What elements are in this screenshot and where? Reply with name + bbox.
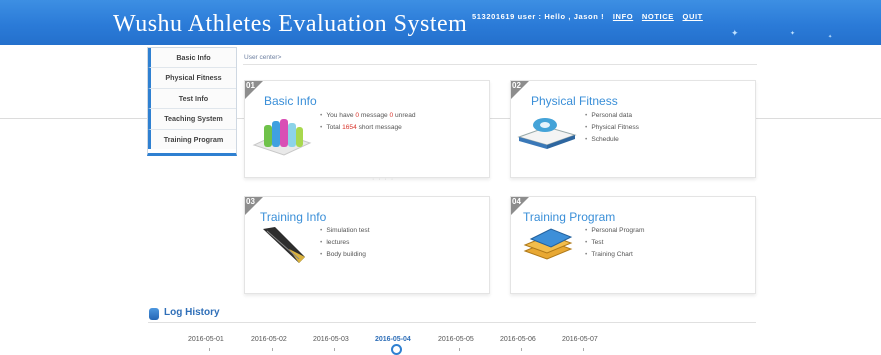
sidebar-item-teaching-system[interactable]: Teaching System bbox=[148, 109, 236, 130]
timeline-date[interactable]: 2016-05-03 bbox=[313, 336, 349, 343]
card-title[interactable]: Physical Fitness bbox=[531, 94, 618, 108]
log-history-title: Log History bbox=[164, 307, 220, 318]
card-number: 04 bbox=[512, 197, 521, 206]
card-basic-info[interactable]: 01 Basic Info You have 0 message 0 unrea… bbox=[244, 80, 490, 178]
card-number: 03 bbox=[246, 197, 255, 206]
user-greeting: 513201619 user : Hello , Jason ! bbox=[472, 12, 605, 21]
breadcrumb[interactable]: User center> bbox=[244, 54, 281, 61]
sparkle-icon: ✦ bbox=[731, 28, 739, 38]
app-header: Wushu Athletes Evaluation System 5132016… bbox=[0, 0, 881, 45]
timeline-date[interactable]: 2016-05-05 bbox=[438, 336, 474, 343]
divider bbox=[243, 64, 757, 65]
notice-link[interactable]: NOTICE bbox=[642, 12, 674, 21]
timeline-date[interactable]: 2016-05-01 bbox=[188, 336, 224, 343]
sidebar-item-training-program[interactable]: Training Program bbox=[148, 129, 236, 149]
sparkle-icon: ✦ bbox=[790, 31, 796, 37]
book-tape-icon bbox=[517, 118, 577, 149]
pen-icon bbox=[263, 227, 305, 263]
card-list: Personal Program Test Training Chart bbox=[585, 225, 644, 261]
list-item[interactable]: Personal Program bbox=[585, 225, 644, 237]
watermark: · · · · bbox=[372, 176, 395, 183]
user-bar: 513201619 user : Hello , Jason ! INFO NO… bbox=[472, 12, 703, 21]
card-title[interactable]: Training Program bbox=[523, 210, 615, 224]
sidebar-item-test-info[interactable]: Test Info bbox=[148, 88, 236, 110]
quit-link[interactable]: QUIT bbox=[683, 12, 703, 21]
card-title[interactable]: Basic Info bbox=[264, 94, 317, 108]
list-item[interactable]: Personal data bbox=[585, 110, 639, 122]
app-title: Wushu Athletes Evaluation System bbox=[113, 11, 468, 37]
sidebar: Basic Info Physical Fitness Test Info Te… bbox=[147, 47, 237, 156]
card-list: Personal data Physical Fitness Schedule bbox=[585, 110, 639, 146]
card-list: You have 0 message 0 unread Total 1654 s… bbox=[320, 110, 416, 134]
sparkle-icon: ✦ bbox=[828, 34, 833, 40]
list-item: Total 1654 short message bbox=[320, 122, 416, 134]
card-list: Simulation test lectures Body building bbox=[320, 225, 370, 261]
timeline-marker-icon[interactable] bbox=[391, 344, 402, 355]
divider bbox=[148, 322, 756, 323]
timeline-date[interactable]: 2016-05-02 bbox=[251, 336, 287, 343]
card-physical-fitness[interactable]: 02 Physical Fitness Personal data Physic… bbox=[510, 80, 756, 178]
info-link[interactable]: INFO bbox=[613, 12, 633, 21]
list-item: You have 0 message 0 unread bbox=[320, 110, 415, 122]
card-number: 02 bbox=[512, 81, 521, 90]
list-item[interactable]: Simulation test bbox=[320, 225, 369, 237]
list-item[interactable]: Training Chart bbox=[585, 249, 644, 261]
list-item[interactable]: Schedule bbox=[585, 134, 639, 146]
list-item[interactable]: lectures bbox=[320, 237, 370, 249]
sidebar-item-physical-fitness[interactable]: Physical Fitness bbox=[148, 68, 236, 89]
card-title[interactable]: Training Info bbox=[260, 210, 326, 224]
list-item[interactable]: Physical Fitness bbox=[585, 122, 639, 134]
card-number: 01 bbox=[246, 81, 255, 90]
list-item[interactable]: Body building bbox=[320, 249, 370, 261]
timeline-date[interactable]: 2016-05-06 bbox=[500, 336, 536, 343]
stack-icon bbox=[523, 228, 573, 260]
timeline-date-selected[interactable]: 2016-05-04 bbox=[375, 336, 411, 343]
books-icon bbox=[252, 119, 312, 156]
card-training-info[interactable]: 03 Training Info Simulation test lecture… bbox=[244, 196, 490, 294]
sidebar-item-basic-info[interactable]: Basic Info bbox=[148, 48, 236, 69]
card-training-program[interactable]: 04 Training Program Personal Program Tes… bbox=[510, 196, 756, 294]
list-item[interactable]: Test bbox=[585, 237, 644, 249]
timeline-date[interactable]: 2016-05-07 bbox=[562, 336, 598, 343]
